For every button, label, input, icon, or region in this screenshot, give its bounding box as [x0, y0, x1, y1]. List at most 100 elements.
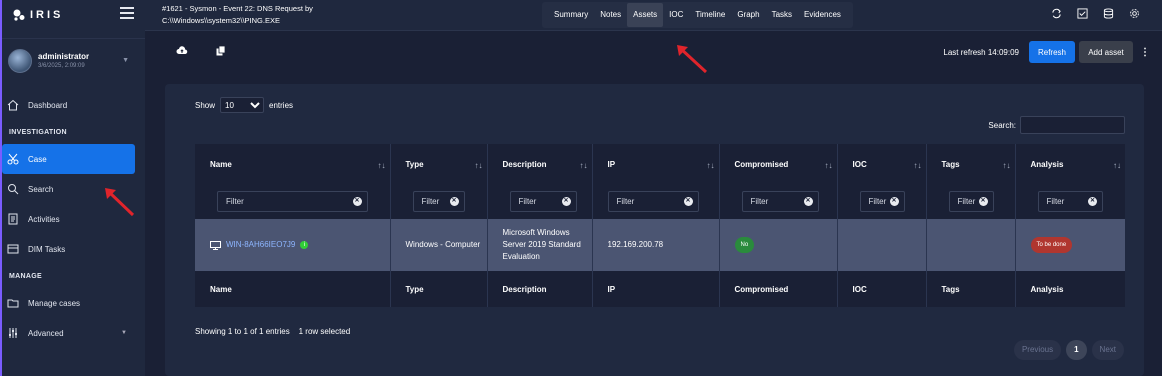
sidebar-item-search[interactable]: Search — [2, 174, 145, 204]
cell-analysis: To be done — [1015, 219, 1125, 271]
filter-compromised[interactable]: Filter ✕ — [741, 191, 819, 212]
sort-icon: ↑↓ — [377, 161, 386, 170]
info-icon[interactable]: i — [300, 241, 309, 249]
sidebar-section-investigation: INVESTIGATION — [9, 128, 67, 136]
page-length-select[interactable]: 10 — [220, 97, 265, 113]
filter-analysis[interactable]: Filter ✕ — [1037, 191, 1103, 212]
page-button-current[interactable]: 1 — [1066, 340, 1087, 360]
sync-icon[interactable] — [1051, 8, 1062, 19]
filter-ioc[interactable]: Filter ✕ — [859, 191, 905, 212]
filter-name[interactable]: Filter ✕ — [217, 191, 368, 212]
top-bar: #1621 - Sysmon - Event 22: DNS Request b… — [145, 0, 1162, 30]
analysis-status-badge: To be done — [1030, 237, 1073, 253]
asset-name-link[interactable]: WIN-8AH66IEO7J9 i — [210, 239, 390, 251]
clear-icon[interactable]: ✕ — [978, 197, 988, 206]
sidebar-section-manage: MANAGE — [9, 272, 42, 280]
column-header-ip[interactable]: IP ↑↓ — [592, 144, 720, 184]
entries-label: entries — [269, 100, 294, 110]
iris-logo[interactable]: IRIS — [12, 8, 63, 22]
sidebar-item-label: Advanced — [28, 328, 64, 338]
case-title: #1621 - Sysmon - Event 22: DNS Request b… — [162, 3, 313, 27]
sort-icon: ↑↓ — [1113, 161, 1121, 170]
tab-timeline[interactable]: Timeline — [689, 3, 731, 27]
home-icon — [6, 98, 20, 112]
sidebar-item-advanced[interactable]: Advanced ▼ — [2, 318, 145, 348]
tab-tasks[interactable]: Tasks — [766, 3, 798, 27]
footer-description: Description — [487, 271, 593, 307]
cloud-upload-icon[interactable] — [176, 45, 188, 57]
tab-assets[interactable]: Assets — [627, 3, 664, 27]
gear-icon[interactable] — [1129, 8, 1140, 19]
add-asset-button[interactable]: Add asset — [1079, 41, 1133, 63]
filter-ip[interactable]: Filter ✕ — [607, 191, 699, 212]
sidebar-item-label: Search — [28, 184, 54, 194]
column-header-name[interactable]: Name ↑↓ — [195, 144, 391, 184]
column-header-ioc[interactable]: IOC ↑↓ — [837, 144, 927, 184]
sidebar-item-manage-cases[interactable]: Manage cases — [2, 288, 145, 318]
clear-icon[interactable]: ✕ — [561, 197, 571, 206]
table-footer-row: Name Type Description IP Compromised IOC… — [195, 271, 1125, 307]
user-name: administrator — [38, 52, 90, 61]
sidebar-item-dim-tasks[interactable]: DIM Tasks — [2, 234, 145, 264]
sliders-icon — [6, 326, 20, 340]
footer-type: Type — [390, 271, 488, 307]
asset-toolbar: Last refresh 14:09:09 Refresh Add asset … — [145, 30, 1162, 70]
footer-tags: Tags — [926, 271, 1016, 307]
chevron-down-icon[interactable]: ▼ — [122, 57, 129, 64]
filter-description[interactable]: Filter ✕ — [509, 191, 577, 212]
column-header-analysis[interactable]: Analysis ↑↓ — [1015, 144, 1125, 184]
sidebar-item-label: DIM Tasks — [28, 244, 66, 254]
entries-info: Showing 1 to 1 of 1 entries — [195, 327, 290, 336]
clear-icon[interactable]: ✕ — [449, 197, 459, 206]
sidebar: IRIS administrator 3/6/2025, 2:09:09 ▼ D… — [0, 0, 145, 376]
sidebar-item-case[interactable]: Case — [2, 144, 135, 174]
copy-icon[interactable] — [215, 45, 227, 57]
column-header-description[interactable]: Description ↑↓ — [487, 144, 593, 184]
tab-evidences[interactable]: Evidences — [798, 3, 847, 27]
sort-icon: ↑↓ — [579, 161, 588, 170]
cell-ioc — [837, 219, 927, 271]
sidebar-item-dashboard[interactable]: Dashboard — [2, 90, 145, 120]
sort-icon: ↑↓ — [913, 161, 922, 170]
last-refresh-text: Last refresh 14:09:09 — [943, 48, 1019, 57]
clear-icon[interactable]: ✕ — [803, 197, 813, 206]
filter-tags[interactable]: Filter ✕ — [948, 191, 994, 212]
more-options-icon[interactable]: ⋮ — [1140, 47, 1150, 58]
tab-graph[interactable]: Graph — [731, 3, 765, 27]
column-header-tags[interactable]: Tags ↑↓ — [926, 144, 1016, 184]
previous-page-button[interactable]: Previous — [1013, 340, 1062, 360]
clear-icon[interactable]: ✕ — [889, 197, 899, 206]
tab-ioc[interactable]: IOC — [663, 3, 689, 27]
clear-icon[interactable]: ✕ — [1088, 197, 1097, 206]
footer-ioc: IOC — [837, 271, 927, 307]
database-icon[interactable] — [1103, 8, 1114, 19]
checkbox-icon[interactable] — [1077, 8, 1088, 19]
avatar — [8, 48, 32, 73]
footer-name: Name — [195, 271, 391, 307]
search-input[interactable] — [1020, 116, 1125, 134]
table-row[interactable]: WIN-8AH66IEO7J9 i Windows - Computer Mic… — [195, 219, 1125, 271]
hamburger-menu-icon[interactable] — [120, 7, 134, 19]
next-page-button[interactable]: Next — [1091, 340, 1124, 360]
column-header-compromised[interactable]: Compromised ↑↓ — [719, 144, 838, 184]
selection-info: 1 row selected — [298, 327, 351, 336]
compromised-badge: No — [734, 237, 755, 253]
chevron-down-icon: ▼ — [121, 330, 127, 336]
column-header-type[interactable]: Type ↑↓ — [390, 144, 488, 184]
tab-summary[interactable]: Summary — [548, 3, 594, 27]
show-label: Show — [195, 100, 216, 110]
tasks-icon — [6, 242, 20, 256]
logo-text: IRIS — [30, 9, 64, 21]
page-length-control: Show 10 entries — [195, 97, 293, 113]
document-icon — [6, 212, 20, 226]
tab-notes[interactable]: Notes — [594, 3, 627, 27]
refresh-button[interactable]: Refresh — [1029, 41, 1075, 63]
clear-icon[interactable]: ✕ — [683, 197, 693, 206]
sidebar-item-activities[interactable]: Activities — [2, 204, 145, 234]
iris-logo-icon — [13, 9, 25, 21]
filter-type[interactable]: Filter ✕ — [412, 191, 465, 212]
case-tabs: Summary Notes Assets IOC Timeline Graph … — [542, 2, 853, 28]
footer-analysis: Analysis — [1015, 271, 1125, 307]
clear-icon[interactable]: ✕ — [352, 197, 362, 206]
user-panel[interactable]: administrator 3/6/2025, 2:09:09 ▼ — [2, 38, 145, 78]
